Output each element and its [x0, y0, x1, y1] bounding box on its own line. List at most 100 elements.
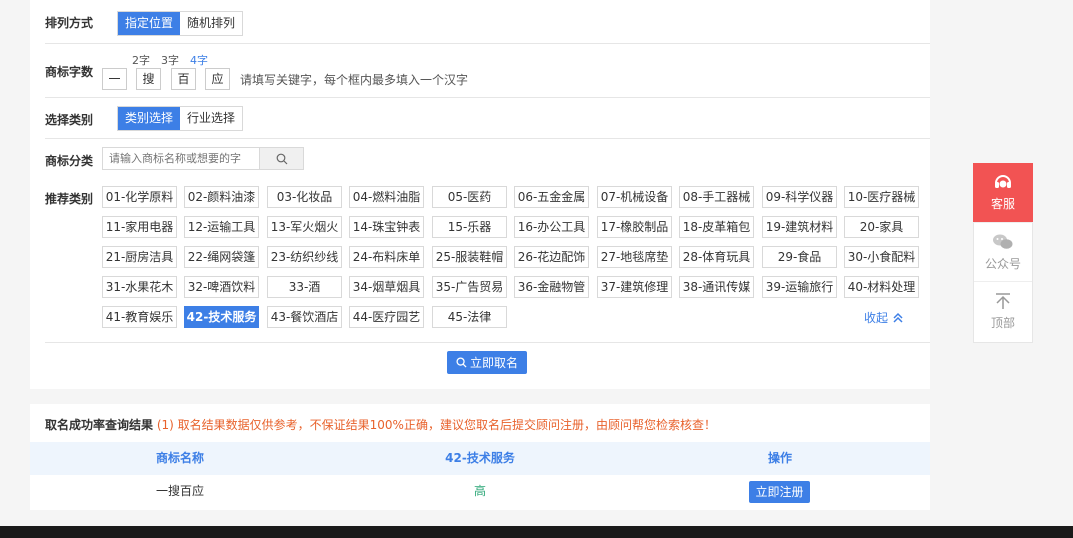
category-chip[interactable]: 19-建筑材料 [762, 216, 837, 238]
generate-name-button[interactable]: 立即取名 [447, 351, 527, 374]
category-chip[interactable]: 07-机械设备 [597, 186, 672, 208]
category-chip[interactable]: 22-绳网袋篷 [184, 246, 259, 268]
result-panel: 取名成功率查询结果 (1) 取名结果数据仅供参考，不保证结果100%正确，建议您… [30, 404, 930, 510]
category-chip[interactable]: 12-运输工具 [184, 216, 259, 238]
search-icon [276, 153, 287, 164]
category-chip[interactable]: 15-乐器 [432, 216, 507, 238]
result-table-header: 商标名称 42-技术服务 操作 [30, 442, 930, 475]
classify-search [102, 147, 304, 170]
category-chip[interactable]: 01-化学原料 [102, 186, 177, 208]
category-chip[interactable]: 14-珠宝钟表 [349, 216, 424, 238]
category-chip[interactable]: 24-布料床单 [349, 246, 424, 268]
category-chip[interactable]: 42-技术服务 [184, 306, 259, 328]
wechat-icon [993, 234, 1013, 249]
category-chip[interactable]: 06-五金金属 [514, 186, 589, 208]
wechat-label: 公众号 [984, 256, 1021, 271]
category-chip[interactable]: 21-厨房洁具 [102, 246, 177, 268]
result-name: 一搜百应 [155, 484, 204, 498]
arrow-up-icon [996, 293, 1010, 309]
category-chip[interactable]: 43-餐饮酒店 [267, 306, 342, 328]
count-label: 商标字数 [45, 65, 94, 79]
type-option-industry[interactable]: 行业选择 [180, 107, 242, 130]
type-row: 选择类别 类别选择 行业选择 [45, 98, 930, 139]
back-to-top-button[interactable]: 顶部 [974, 282, 1032, 341]
col-action: 操作 [767, 451, 792, 465]
result-title: 取名成功率查询结果 [45, 418, 154, 432]
customer-service-label: 客服 [990, 197, 1015, 211]
category-chip[interactable]: 09-科学仪器 [762, 186, 837, 208]
naming-panel: 排列方式 指定位置 随机排列 商标字数 2字 3字 4字 一 搜 百 应 请填写… [30, 0, 930, 389]
type-label: 选择类别 [45, 113, 94, 127]
category-chip[interactable]: 31-水果花木 [102, 276, 177, 298]
result-header: 取名成功率查询结果 (1) 取名结果数据仅供参考，不保证结果100%正确，建议您… [45, 416, 716, 433]
char-box-4[interactable]: 应 [205, 68, 230, 90]
type-toggle: 类别选择 行业选择 [117, 106, 244, 131]
length-3[interactable]: 3字 [161, 52, 179, 68]
char-box-1[interactable]: 一 [102, 68, 127, 90]
category-chip[interactable]: 26-花边配饰 [514, 246, 589, 268]
collapse-label: 收起 [864, 311, 889, 325]
category-chip[interactable]: 23-纺织纱线 [267, 246, 342, 268]
category-chip[interactable]: 03-化妆品 [267, 186, 342, 208]
category-chip[interactable]: 27-地毯席垫 [597, 246, 672, 268]
wechat-button[interactable]: 公众号 [974, 223, 1032, 282]
category-chip[interactable]: 45-法律 [432, 306, 507, 328]
recommend-label: 推荐类别 [45, 192, 94, 206]
category-chip[interactable]: 32-啤酒饮料 [184, 276, 259, 298]
category-chip[interactable]: 38-通讯传媒 [679, 276, 754, 298]
back-to-top-label: 顶部 [990, 316, 1015, 330]
side-toolbar: 客服 公众号 顶部 [973, 163, 1033, 343]
generate-name-label: 立即取名 [469, 356, 518, 370]
register-button[interactable]: 立即注册 [749, 481, 810, 503]
category-chip[interactable]: 35-广告贸易 [432, 276, 507, 298]
category-chip[interactable]: 10-医疗器械 [844, 186, 919, 208]
length-options: 2字 3字 4字 [132, 52, 208, 68]
char-box-2[interactable]: 搜 [136, 68, 161, 90]
category-chip[interactable]: 04-燃料油脂 [349, 186, 424, 208]
double-chevron-up-icon [893, 312, 903, 323]
category-chip[interactable]: 41-教育娱乐 [102, 306, 177, 328]
category-chip[interactable]: 28-体育玩具 [679, 246, 754, 268]
category-chip[interactable]: 02-颜料油漆 [184, 186, 259, 208]
type-option-category[interactable]: 类别选择 [118, 107, 181, 130]
result-rate: 高 [473, 484, 486, 498]
char-hint: 请填写关键字，每个框内最多填入一个汉字 [240, 73, 469, 87]
classify-label: 商标分类 [45, 154, 94, 168]
category-chip[interactable]: 17-橡胶制品 [597, 216, 672, 238]
result-note: (1) 取名结果数据仅供参考，不保证结果100%正确，建议您取名后提交顾问注册，… [156, 418, 716, 432]
category-chip[interactable]: 11-家用电器 [102, 216, 177, 238]
col-category: 42-技术服务 [445, 451, 515, 465]
category-chip[interactable]: 25-服装鞋帽 [432, 246, 507, 268]
customer-service-button[interactable]: 客服 [973, 163, 1033, 223]
category-chip[interactable]: 18-皮革箱包 [679, 216, 754, 238]
sort-label: 排列方式 [45, 16, 94, 30]
category-chip[interactable]: 40-材料处理 [844, 276, 919, 298]
sort-option-random[interactable]: 随机排列 [180, 12, 242, 35]
category-chip[interactable]: 39-运输旅行 [762, 276, 837, 298]
category-chip[interactable]: 16-办公工具 [514, 216, 589, 238]
headset-icon [995, 175, 1011, 188]
category-chip[interactable]: 33-酒 [267, 276, 342, 298]
classify-search-button[interactable] [259, 148, 303, 169]
divider [45, 342, 930, 343]
category-chip[interactable]: 44-医疗园艺 [349, 306, 424, 328]
category-chip[interactable]: 20-家具 [844, 216, 919, 238]
sort-option-fixed[interactable]: 指定位置 [118, 12, 181, 35]
category-chip[interactable]: 34-烟草烟具 [349, 276, 424, 298]
category-chip[interactable]: 37-建筑修理 [597, 276, 672, 298]
classify-search-input[interactable] [103, 148, 259, 169]
category-chip[interactable]: 36-金融物管 [514, 276, 589, 298]
category-chip[interactable]: 08-手工器械 [679, 186, 754, 208]
length-2[interactable]: 2字 [132, 52, 150, 68]
category-chip[interactable]: 13-军火烟火 [267, 216, 342, 238]
length-4[interactable]: 4字 [190, 52, 208, 68]
col-name: 商标名称 [155, 451, 204, 465]
search-icon [456, 357, 467, 368]
category-chip[interactable]: 29-食品 [762, 246, 837, 268]
char-box-3[interactable]: 百 [171, 68, 196, 90]
page-footer [0, 526, 1073, 538]
collapse-toggle[interactable]: 收起 [864, 309, 904, 326]
sort-toggle: 指定位置 随机排列 [117, 11, 244, 36]
category-chip[interactable]: 05-医药 [432, 186, 507, 208]
category-chip[interactable]: 30-小食配料 [844, 246, 919, 268]
